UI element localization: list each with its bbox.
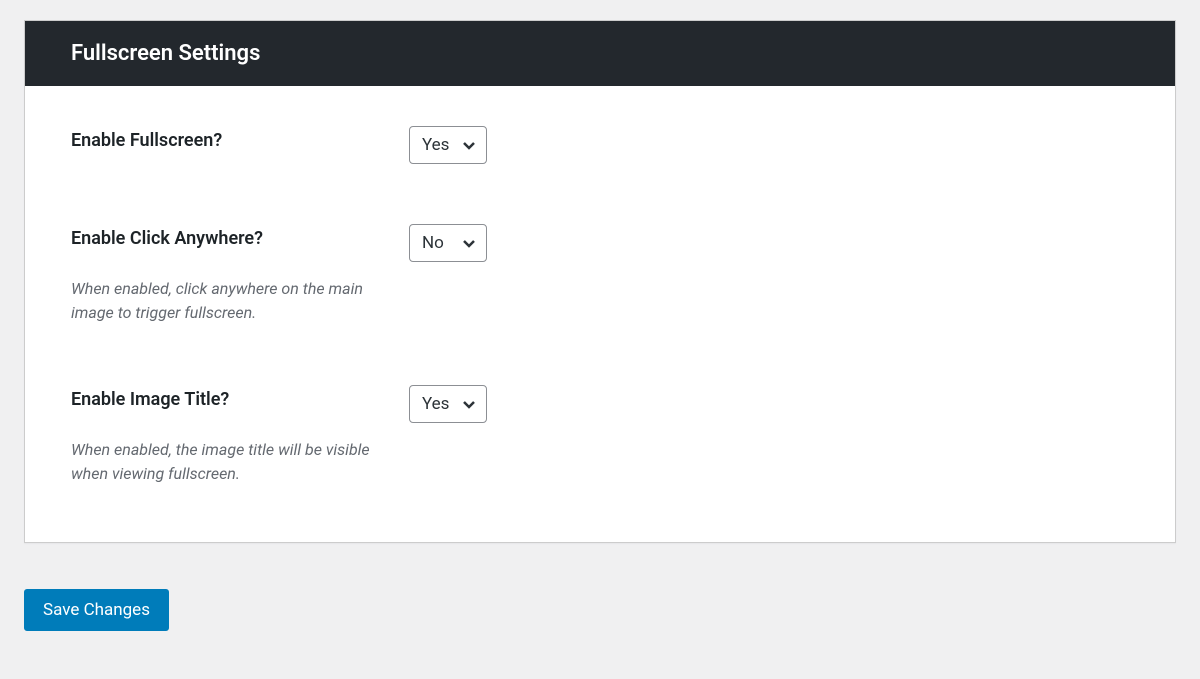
setting-label-col: Enable Image Title? When enabled, the im… (71, 385, 409, 486)
setting-row-enable-click-anywhere: Enable Click Anywhere? When enabled, cli… (71, 224, 1129, 325)
panel-title: Fullscreen Settings (71, 41, 1129, 66)
enable-fullscreen-label: Enable Fullscreen? (71, 130, 409, 151)
select-wrapper: YesNo (409, 224, 487, 262)
enable-image-title-description: When enabled, the image title will be vi… (71, 438, 371, 486)
setting-row-enable-image-title: Enable Image Title? When enabled, the im… (71, 385, 1129, 486)
setting-control-col: YesNo (409, 126, 1129, 164)
settings-panel: Fullscreen Settings Enable Fullscreen? Y… (24, 20, 1176, 543)
setting-label-col: Enable Click Anywhere? When enabled, cli… (71, 224, 409, 325)
enable-click-anywhere-label: Enable Click Anywhere? (71, 228, 409, 249)
setting-control-col: YesNo (409, 385, 1129, 423)
select-wrapper: YesNo (409, 385, 487, 423)
enable-click-anywhere-description: When enabled, click anywhere on the main… (71, 277, 371, 325)
enable-image-title-select[interactable]: YesNo (409, 385, 487, 423)
enable-image-title-label: Enable Image Title? (71, 389, 409, 410)
panel-header: Fullscreen Settings (25, 21, 1175, 86)
enable-fullscreen-select[interactable]: YesNo (409, 126, 487, 164)
setting-control-col: YesNo (409, 224, 1129, 262)
select-wrapper: YesNo (409, 126, 487, 164)
setting-label-col: Enable Fullscreen? (71, 126, 409, 151)
panel-body: Enable Fullscreen? YesNo Enable Click An… (25, 86, 1175, 542)
save-changes-button[interactable]: Save Changes (24, 589, 169, 631)
setting-row-enable-fullscreen: Enable Fullscreen? YesNo (71, 126, 1129, 164)
enable-click-anywhere-select[interactable]: YesNo (409, 224, 487, 262)
